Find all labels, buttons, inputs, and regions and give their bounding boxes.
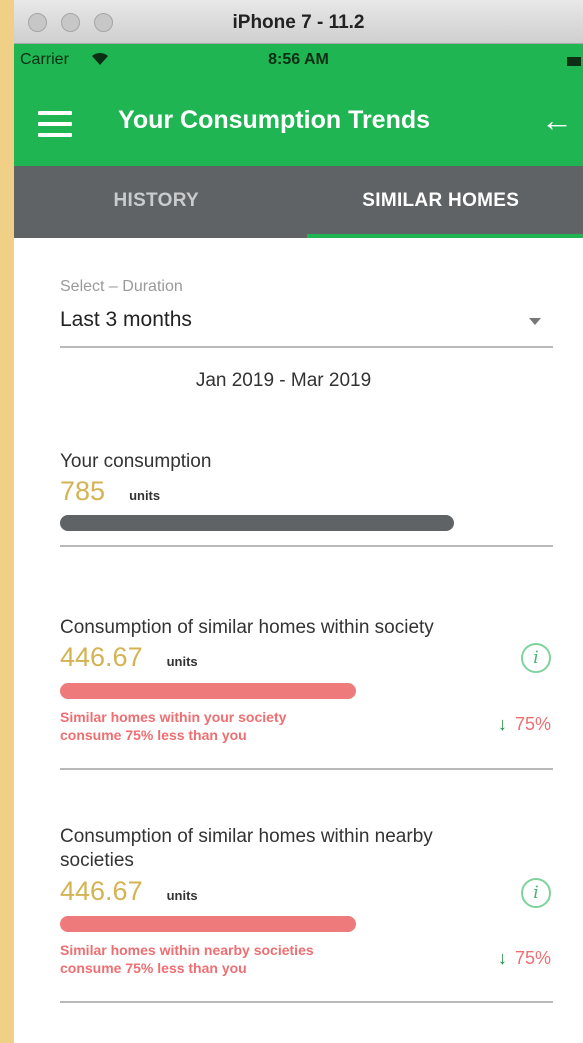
simulator-title-bar: iPhone 7 - 11.2 — [14, 0, 583, 44]
nearby-note-line2: consume 75% less than you — [60, 960, 247, 976]
nearby-title-line2: societies — [60, 850, 134, 871]
society-consumption-bar — [60, 683, 553, 699]
simulator-window: iPhone 7 - 11.2 Carrier 8:56 AM Your Con… — [14, 0, 583, 1043]
info-icon[interactable]: i — [521, 643, 551, 673]
nearby-consumption-bar-fill — [60, 916, 356, 932]
your-consumption-value: 785 — [60, 476, 106, 506]
nearby-percent: 75% — [514, 948, 551, 968]
battery-icon — [567, 57, 581, 66]
date-range: Jan 2019 - Mar 2019 — [195, 370, 372, 391]
society-consumption-unit: units — [166, 654, 198, 669]
nearby-note-line1: Similar homes within nearby societies — [60, 942, 314, 958]
back-arrow-icon[interactable]: ← — [541, 100, 573, 140]
society-consumption-bar-fill — [60, 683, 356, 699]
menu-icon[interactable] — [38, 111, 72, 137]
tab-history[interactable]: HISTORY — [14, 166, 299, 238]
nearby-title-line1: Consumption of similar homes within near… — [60, 826, 433, 847]
simulator-title: iPhone 7 - 11.2 — [232, 12, 365, 33]
your-consumption-unit: units — [129, 488, 161, 503]
nearby-consumption-value: 446.67 — [60, 876, 143, 906]
nearby-percent-change: ↓ 75% — [498, 948, 551, 969]
society-comparison-note: Similar homes within your society consum… — [60, 708, 286, 744]
status-time: 8:56 AM — [268, 51, 329, 68]
divider — [60, 545, 553, 547]
info-icon[interactable]: i — [521, 878, 551, 908]
nearby-comparison-note: Similar homes within nearby societies co… — [60, 941, 314, 977]
divider — [60, 768, 553, 770]
tab-similar-homes[interactable]: SIMILAR HOMES — [299, 166, 583, 238]
society-value-row: 446.67 units — [60, 642, 198, 673]
your-consumption-title: Your consumption — [60, 451, 212, 472]
society-consumption-title: Consumption of similar homes within soci… — [60, 617, 434, 638]
page-title: Your Consumption Trends — [118, 106, 431, 134]
your-consumption-bar-fill — [60, 515, 455, 531]
down-arrow-icon: ↓ — [497, 714, 507, 734]
nearby-consumption-bar — [60, 916, 553, 932]
nearby-consumption-unit: units — [166, 888, 198, 903]
down-arrow-icon: ↓ — [497, 948, 507, 968]
society-percent-change: ↓ 75% — [498, 714, 551, 735]
duration-select-value[interactable]: Last 3 months — [60, 308, 192, 332]
divider — [60, 1001, 553, 1003]
your-consumption-bar — [60, 515, 553, 531]
society-percent: 75% — [514, 714, 551, 734]
society-note-line1: Similar homes within your society — [60, 709, 287, 725]
divider — [60, 346, 553, 348]
society-note-line2: consume 75% less than you — [60, 727, 247, 743]
tab-bar: HISTORY SIMILAR HOMES — [14, 166, 583, 238]
nearby-consumption-title: Consumption of similar homes within near… — [60, 825, 433, 873]
duration-select-label: Select – Duration — [60, 278, 183, 295]
main-content: Select – Duration Last 3 months Jan 2019… — [14, 238, 583, 1043]
society-consumption-value: 446.67 — [60, 642, 143, 672]
app-header: Your Consumption Trends ← — [14, 78, 583, 166]
dropdown-arrow-icon[interactable] — [529, 318, 541, 325]
status-bar: Carrier 8:56 AM — [14, 44, 583, 78]
nearby-value-row: 446.67 units — [60, 876, 198, 907]
your-consumption-value-row: 785 units — [60, 476, 160, 507]
